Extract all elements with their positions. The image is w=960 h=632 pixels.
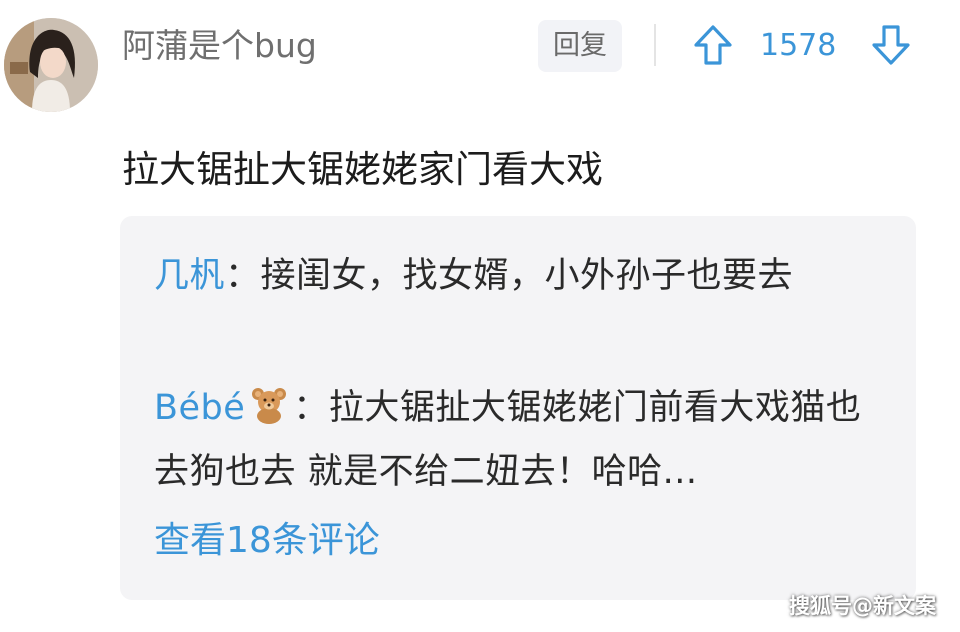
comment-text: 拉大锯扯大锯姥姥家门看大戏 <box>122 148 603 191</box>
reply-separator: ： <box>225 256 261 296</box>
upvote-arrow-icon[interactable] <box>693 24 733 66</box>
view-all-comments-link[interactable]: 查看18条评论 <box>154 516 380 566</box>
reply-author[interactable]: Bébé <box>154 388 245 428</box>
watermark: 搜狐号@新文案 <box>789 594 936 618</box>
downvote-arrow-icon[interactable] <box>871 24 911 66</box>
reply-item[interactable]: 几杋：接闺女，找女婿，小外孙子也要去 <box>154 244 894 308</box>
avatar[interactable] <box>4 18 98 112</box>
vote-count: 1578 <box>760 28 837 63</box>
comment-card: 阿蒲是个bug 回复 1578 拉大锯扯大锯姥姥家门看大戏 几杋：接闺女，找女婿… <box>0 0 960 632</box>
reply-separator: ： <box>293 388 329 428</box>
reply-item[interactable]: Bébé ：拉大锯扯大锯姥姥门前看大戏猫也去狗也去 就是不给二妞去！哈哈... <box>154 376 894 504</box>
replies-panel[interactable]: 几杋：接闺女，找女婿，小外孙子也要去 Bébé ：拉大锯扯大锯姥姥门前看大戏猫也… <box>120 216 916 600</box>
reply-author[interactable]: 几杋 <box>154 256 225 296</box>
reply-button[interactable]: 回复 <box>538 20 622 72</box>
username[interactable]: 阿蒲是个bug <box>122 24 317 68</box>
teddy-bear-icon <box>249 382 289 424</box>
reply-text: 接闺女，找女婿，小外孙子也要去 <box>260 256 794 296</box>
divider <box>654 24 656 66</box>
